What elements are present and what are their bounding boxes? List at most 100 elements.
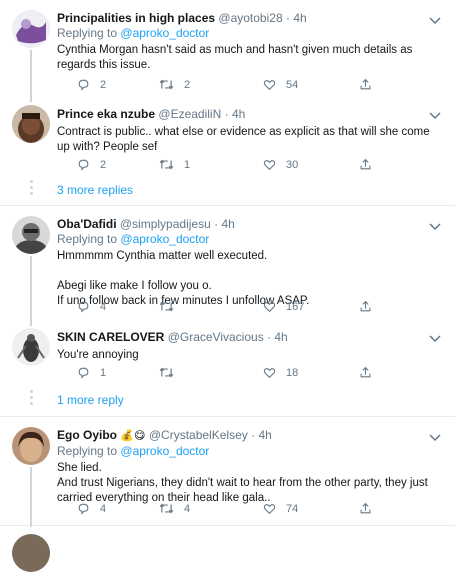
tweet[interactable]: SKIN CARELOVER @GraceVivacious · 4h You'… — [0, 324, 455, 388]
share-icon — [360, 300, 371, 312]
tweet[interactable]: Oba'Dafidi @simplypadijesu · 4h Replying… — [0, 206, 455, 326]
tweet-text: Contract is public.. what else or eviden… — [57, 126, 430, 153]
author-name[interactable]: Principalities in high places — [57, 11, 215, 25]
avatar[interactable] — [12, 328, 50, 366]
timestamp[interactable]: 4h — [232, 107, 245, 121]
heart-icon — [263, 80, 276, 91]
share-icon — [360, 78, 371, 90]
reply-count: 1 — [100, 366, 107, 379]
author-handle[interactable]: @GraceVivacious — [168, 330, 264, 344]
reply-icon — [78, 367, 89, 379]
like-count: 18 — [286, 366, 299, 379]
share-button[interactable] — [359, 158, 372, 171]
reply-button[interactable]: 1 — [77, 366, 106, 379]
avatar[interactable] — [12, 216, 50, 254]
retweet-button[interactable] — [159, 300, 184, 313]
reply-icon — [78, 503, 89, 515]
replying-to: Replying to @aproko_doctor — [57, 26, 445, 41]
reply-thread: Principalities in high places @ayotobi28… — [0, 0, 455, 572]
retweet-button[interactable] — [159, 366, 184, 379]
author-handle[interactable]: @ayotobi28 — [218, 11, 282, 25]
name-emoji: 💰😋 — [120, 430, 146, 442]
heart-icon — [263, 504, 276, 515]
reply-button[interactable]: 2 — [77, 78, 106, 91]
tweet-text: Cynthia Morgan hasn't said as much and h… — [57, 44, 413, 71]
like-button[interactable]: 30 — [263, 158, 298, 171]
timestamp[interactable]: 4h — [258, 428, 271, 442]
reply-button[interactable]: 2 — [77, 158, 106, 171]
tweet-header: SKIN CARELOVER @GraceVivacious · 4h — [57, 330, 445, 345]
retweet-icon — [159, 301, 174, 312]
tweet-header: Oba'Dafidi @simplypadijesu · 4h — [57, 217, 445, 232]
tweet-text: You're annoying — [57, 349, 139, 361]
timestamp[interactable]: 4h — [293, 11, 306, 25]
replying-to: Replying to @aproko_doctor — [57, 232, 445, 247]
tweet[interactable]: Prince eka nzube @EzeadiliN · 4h Contrac… — [0, 101, 455, 180]
mention-link[interactable]: @aproko_doctor — [120, 26, 209, 40]
show-more-replies-link[interactable]: 3 more replies — [57, 183, 133, 197]
timestamp[interactable]: 4h — [274, 330, 287, 344]
tweet-actions: 2 2 54 — [57, 78, 417, 94]
mention-link[interactable]: @aproko_doctor — [120, 232, 209, 246]
retweet-button[interactable]: 2 — [159, 78, 190, 91]
tweet-header: Principalities in high places @ayotobi28… — [57, 11, 445, 26]
share-button[interactable] — [359, 502, 372, 515]
timestamp[interactable]: 4h — [221, 217, 234, 231]
tweet[interactable]: Ego Oyibo 💰😋 @CrystabelKelsey · 4h Reply… — [0, 417, 455, 527]
tweet-actions: 4 167 — [57, 300, 417, 316]
tweet-actions: 4 4 74 — [57, 502, 417, 518]
author-handle[interactable]: @EzeadiliN — [158, 107, 221, 121]
reply-count: 2 — [100, 78, 107, 91]
tweet-partial[interactable] — [0, 526, 455, 572]
reply-icon — [78, 79, 89, 91]
tweet-actions: 2 1 30 — [57, 158, 417, 174]
heart-icon — [263, 160, 276, 171]
tweet-header: Ego Oyibo 💰😋 @CrystabelKelsey · 4h — [57, 428, 445, 444]
author-name[interactable]: SKIN CARELOVER — [57, 330, 164, 344]
avatar[interactable] — [12, 534, 50, 572]
reply-count: 4 — [100, 502, 107, 515]
share-button[interactable] — [359, 300, 372, 313]
tweet[interactable]: Principalities in high places @ayotobi28… — [0, 0, 455, 102]
separator: · — [214, 217, 219, 231]
retweet-icon — [159, 159, 174, 170]
like-button[interactable]: 74 — [263, 502, 298, 515]
reply-button[interactable]: 4 — [77, 300, 106, 313]
like-count: 74 — [286, 502, 299, 515]
avatar[interactable] — [12, 10, 50, 48]
replying-to-label: Replying to — [57, 444, 118, 458]
like-button[interactable]: 54 — [263, 78, 298, 91]
reply-button[interactable]: 4 — [77, 502, 106, 515]
share-icon — [360, 158, 371, 170]
replying-to-label: Replying to — [57, 232, 118, 246]
author-name[interactable]: Prince eka nzube — [57, 107, 155, 121]
show-more-replies: 1 more reply — [0, 388, 455, 417]
share-icon — [360, 366, 371, 378]
ellipsis-connector — [25, 180, 37, 198]
retweet-button[interactable]: 4 — [159, 502, 190, 515]
author-handle[interactable]: @CrystabelKelsey — [149, 428, 248, 442]
mention-link[interactable]: @aproko_doctor — [120, 444, 209, 458]
like-button[interactable]: 18 — [263, 366, 298, 379]
reply-count: 4 — [100, 300, 107, 313]
share-button[interactable] — [359, 78, 372, 91]
like-count: 167 — [286, 300, 305, 313]
share-icon — [360, 502, 371, 514]
separator: · — [267, 330, 272, 344]
author-name[interactable]: Ego Oyibo — [57, 428, 117, 442]
retweet-count: 1 — [184, 158, 191, 171]
retweet-button[interactable]: 1 — [159, 158, 190, 171]
separator: · — [224, 107, 229, 121]
author-name[interactable]: Oba'Dafidi — [57, 217, 117, 231]
heart-icon — [263, 368, 276, 379]
like-button[interactable]: 167 — [263, 300, 304, 313]
retweet-icon — [159, 503, 174, 514]
share-button[interactable] — [359, 366, 372, 379]
show-more-replies: 3 more replies — [0, 180, 455, 206]
avatar[interactable] — [12, 105, 50, 143]
author-handle[interactable]: @simplypadijesu — [120, 217, 211, 231]
thread-connector — [30, 467, 32, 527]
avatar[interactable] — [12, 427, 50, 465]
like-count: 54 — [286, 78, 299, 91]
show-more-replies-link[interactable]: 1 more reply — [57, 393, 124, 407]
